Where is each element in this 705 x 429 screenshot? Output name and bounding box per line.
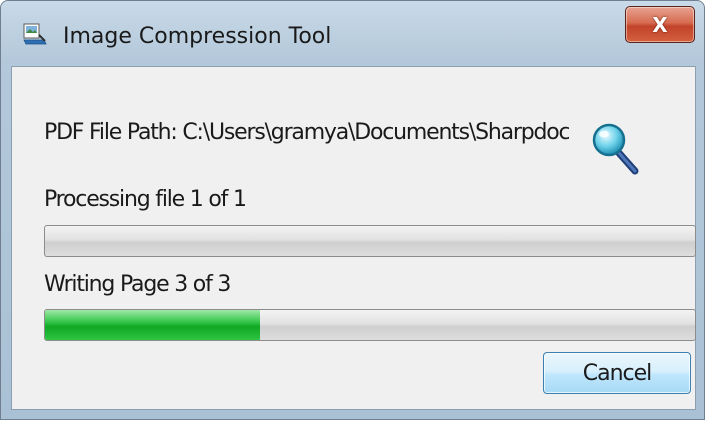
dialog-content: PDF File Path: C:\Users\gramya\Documents…: [11, 66, 696, 410]
processing-file-status: Processing file 1 of 1: [44, 187, 247, 212]
page-progress-fill: [45, 310, 260, 340]
file-progress-bar: [44, 225, 696, 257]
dialog-window: Image Compression Tool X PDF File Path: …: [0, 0, 705, 420]
close-button[interactable]: X: [625, 6, 695, 43]
window-title: Image Compression Tool: [63, 24, 332, 49]
cancel-button[interactable]: Cancel: [543, 352, 691, 394]
close-icon: X: [652, 12, 668, 37]
writing-page-status: Writing Page 3 of 3: [44, 272, 231, 297]
app-icon: [23, 23, 47, 45]
title-bar[interactable]: Image Compression Tool X: [1, 1, 704, 67]
magnifier-icon[interactable]: [589, 115, 641, 177]
page-progress-bar: [44, 309, 696, 341]
pdf-file-path-label: PDF File Path: C:\Users\gramya\Documents…: [44, 120, 569, 145]
